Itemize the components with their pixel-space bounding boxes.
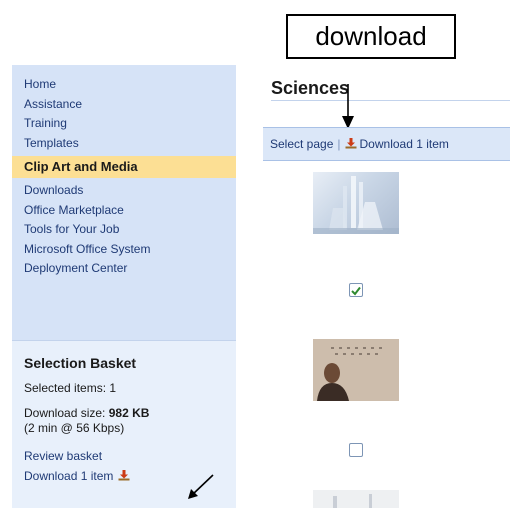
download-annotation-box: download	[286, 14, 456, 59]
toolbar-download-label: Download 1 item	[359, 137, 449, 151]
download-size-label: Download size:	[24, 406, 109, 420]
checkmark-icon	[351, 286, 361, 296]
basket-download-label: Download 1 item	[24, 469, 114, 483]
third-thumbnail[interactable]	[313, 490, 399, 508]
download-time: (2 min @ 56 Kbps)	[24, 421, 125, 435]
sidebar-item-training[interactable]: Training	[12, 114, 236, 134]
select-page-link[interactable]: Select page	[270, 137, 333, 151]
sidebar-item-tools-for-your-job[interactable]: Tools for Your Job	[12, 220, 236, 240]
title-divider	[271, 100, 510, 101]
basket-download-size: Download size: 982 KB (2 min @ 56 Kbps)	[24, 406, 236, 436]
item-2-checkbox[interactable]	[349, 443, 363, 457]
item-1-checkbox[interactable]	[349, 283, 363, 297]
page-title: Sciences	[271, 78, 350, 98]
sidebar-item-microsoft-office-system[interactable]: Microsoft Office System	[12, 240, 236, 260]
sidebar-item-office-marketplace[interactable]: Office Marketplace	[12, 201, 236, 221]
selection-toolbar: Select page | Download 1 item	[263, 127, 510, 161]
download-annotation-label: download	[315, 21, 427, 51]
sidebar-item-clip-art-and-media[interactable]: Clip Art and Media	[12, 156, 236, 178]
download-icon	[118, 470, 130, 481]
sidebar-item-assistance[interactable]: Assistance	[12, 95, 236, 115]
basket-selected-items: Selected items: 1	[24, 381, 117, 395]
download-size-value: 982 KB	[108, 406, 150, 420]
sidebar-nav: Home Assistance Training Templates Clip …	[12, 65, 236, 279]
person-photo-thumbnail[interactable]	[313, 339, 399, 401]
sidebar-item-downloads[interactable]: Downloads	[12, 181, 236, 201]
sidebar-item-home[interactable]: Home	[12, 75, 236, 95]
third-image	[333, 494, 372, 508]
basket-title: Selection Basket	[24, 355, 137, 371]
review-basket-link[interactable]: Review basket	[24, 446, 236, 466]
toolbar-separator: |	[337, 137, 341, 151]
toolbar-download-link[interactable]: Download 1 item	[345, 137, 449, 151]
sidebar: Home Assistance Training Templates Clip …	[12, 65, 236, 508]
download-icon	[345, 138, 357, 149]
sidebar-item-deployment-center[interactable]: Deployment Center	[12, 259, 236, 279]
arrow-to-basket-download-icon	[188, 474, 214, 499]
glassware-image	[313, 176, 399, 234]
sidebar-item-templates[interactable]: Templates	[12, 134, 236, 154]
person-image	[313, 339, 399, 401]
arrow-to-toolbar-download	[342, 84, 354, 129]
science-glassware-thumbnail[interactable]	[313, 172, 399, 234]
